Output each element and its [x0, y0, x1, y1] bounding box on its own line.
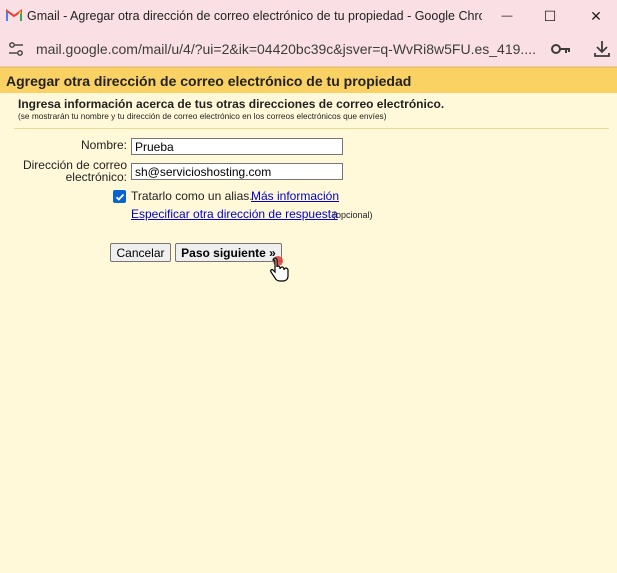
password-key-icon[interactable]	[551, 43, 571, 55]
close-button[interactable]: ✕	[573, 0, 617, 32]
window-titlebar: Gmail - Agregar otra dirección de correo…	[0, 0, 617, 32]
url-text[interactable]: mail.google.com/mail/u/4/?ui=2&ik=04420b…	[36, 41, 536, 57]
gmail-logo-icon	[6, 9, 22, 21]
minimize-icon: —	[501, 10, 513, 22]
alias-label: Tratarlo como un alias.	[131, 189, 253, 203]
close-icon: ✕	[590, 7, 602, 24]
checkmark-icon	[115, 193, 124, 201]
cancel-button[interactable]: Cancelar	[110, 243, 171, 262]
email-input[interactable]	[131, 163, 343, 180]
download-icon[interactable]	[594, 40, 610, 58]
minimize-button[interactable]: —	[484, 0, 530, 32]
window-title: Gmail - Agregar otra dirección de correo…	[27, 9, 482, 23]
address-bar: mail.google.com/mail/u/4/?ui=2&ik=04420b…	[0, 32, 617, 67]
page-title: Agregar otra dirección de correo electró…	[6, 73, 412, 89]
more-info-link[interactable]: Más información	[251, 189, 339, 203]
email-label-line2: electrónico:	[65, 170, 127, 184]
section-title: Ingresa información acerca de tus otras …	[18, 97, 445, 111]
email-label: Dirección de correo electrónico:	[10, 159, 127, 183]
dialog-header: Agregar otra dirección de correo electró…	[0, 67, 617, 93]
hand-cursor-icon	[270, 256, 289, 282]
site-settings-icon[interactable]	[8, 41, 24, 57]
reply-to-link[interactable]: Especificar otra dirección de respuesta	[131, 207, 338, 221]
optional-note: (opcional)	[333, 210, 373, 220]
section-subtitle: (se mostrarán tu nombre y tu dirección d…	[18, 111, 387, 121]
maximize-icon: ☐	[543, 7, 557, 24]
name-label: Nombre:	[80, 138, 127, 152]
maximize-button[interactable]: ☐	[527, 0, 573, 32]
alias-checkbox[interactable]	[113, 190, 126, 203]
section-divider	[14, 128, 609, 129]
name-input[interactable]	[131, 138, 343, 155]
